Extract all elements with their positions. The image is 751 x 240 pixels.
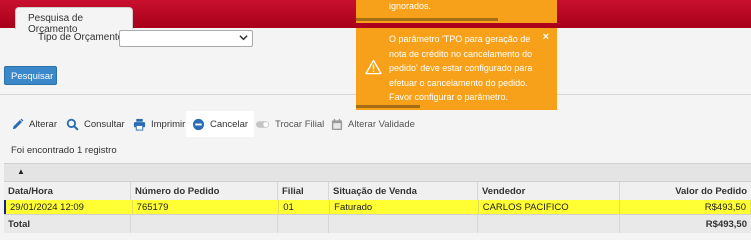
alterar-label: Alterar [29, 118, 57, 130]
imprimir-button[interactable]: Imprimir [133, 111, 185, 137]
cell-valor-pedido: R$493,50 [620, 200, 751, 214]
close-icon[interactable]: × [543, 31, 549, 43]
total-value: R$493,50 [705, 218, 747, 230]
printer-icon [133, 118, 146, 131]
previous-toast[interactable]: ignorados. [356, 0, 557, 23]
consultar-button[interactable]: Consultar [66, 111, 125, 137]
search-icon [66, 118, 79, 131]
table-row[interactable]: 29/01/2024 12:09 765179 01 Faturado CARL… [4, 200, 751, 214]
action-toolbar: Alterar Consultar Imprimir Cancelar Troc… [0, 111, 751, 137]
pencil-icon [12, 118, 24, 129]
column-header-vendedor[interactable]: Vendedor [478, 182, 620, 200]
chevron-down-icon [239, 33, 248, 44]
column-header-filial[interactable]: Filial [278, 182, 329, 200]
warning-toast-message: O parâmetro 'TPO para geração de nota de… [389, 34, 533, 102]
total-label: Total [4, 215, 131, 233]
alterar-validade-label: Alterar Validade [348, 118, 415, 130]
minus-circle-icon [192, 118, 205, 130]
column-header-situacao-venda[interactable]: Situação de Venda [329, 182, 478, 200]
results-table: ▲ Data/Hora Número do Pedido Filial Situ… [4, 163, 751, 233]
total-empty-cell [131, 215, 278, 233]
search-button[interactable]: Pesquisar [4, 66, 57, 85]
tab-pesquisa-orcamento[interactable]: Pesquisa de Orçamento [15, 7, 133, 35]
toast-progress-bar [356, 18, 498, 21]
alterar-validade-button[interactable]: Alterar Validade [331, 111, 415, 137]
imprimir-label: Imprimir [151, 118, 186, 130]
cancelar-label: Cancelar [210, 118, 249, 130]
cell-filial: 01 [279, 200, 331, 214]
consultar-label: Consultar [84, 118, 125, 130]
column-header-valor-pedido[interactable]: Valor do Pedido [620, 182, 751, 200]
previous-toast-message: ignorados. [389, 1, 432, 11]
trocar-filial-label: Trocar Filial [275, 118, 325, 130]
calendar-icon [331, 118, 343, 130]
toast-progress-bar [356, 105, 420, 108]
cell-data-hora: 29/01/2024 12:09 [6, 200, 133, 214]
table-header: Data/Hora Número do Pedido Filial Situaç… [4, 181, 751, 200]
sort-indicator-row[interactable]: ▲ [4, 163, 751, 181]
cell-situacao-venda: Faturado [330, 200, 479, 214]
total-empty-cell [478, 215, 620, 233]
cell-numero-pedido: 765179 [133, 200, 280, 214]
column-header-data-hora[interactable]: Data/Hora [4, 182, 131, 200]
trocar-filial-button[interactable]: Trocar Filial [255, 111, 324, 137]
cancelar-button[interactable]: Cancelar [186, 111, 255, 137]
total-empty-cell [278, 215, 329, 233]
sort-ascending-icon[interactable]: ▲ [17, 167, 25, 176]
total-empty-cell [329, 215, 478, 233]
column-header-numero-pedido[interactable]: Número do Pedido [131, 182, 278, 200]
tipo-orcamento-label: Tipo de Orçamento [38, 32, 124, 43]
warning-icon [365, 59, 382, 78]
warning-toast[interactable]: O parâmetro 'TPO para geração de nota de… [356, 28, 557, 110]
table-total-row: Total R$493,50 [4, 214, 751, 233]
result-count: Foi encontrado 1 registro [11, 145, 117, 156]
alterar-button[interactable]: Alterar [11, 111, 57, 137]
tipo-orcamento-select[interactable] [119, 30, 253, 47]
cell-vendedor: CARLOS PACIFICO [479, 200, 621, 214]
toggle-icon [256, 120, 269, 128]
